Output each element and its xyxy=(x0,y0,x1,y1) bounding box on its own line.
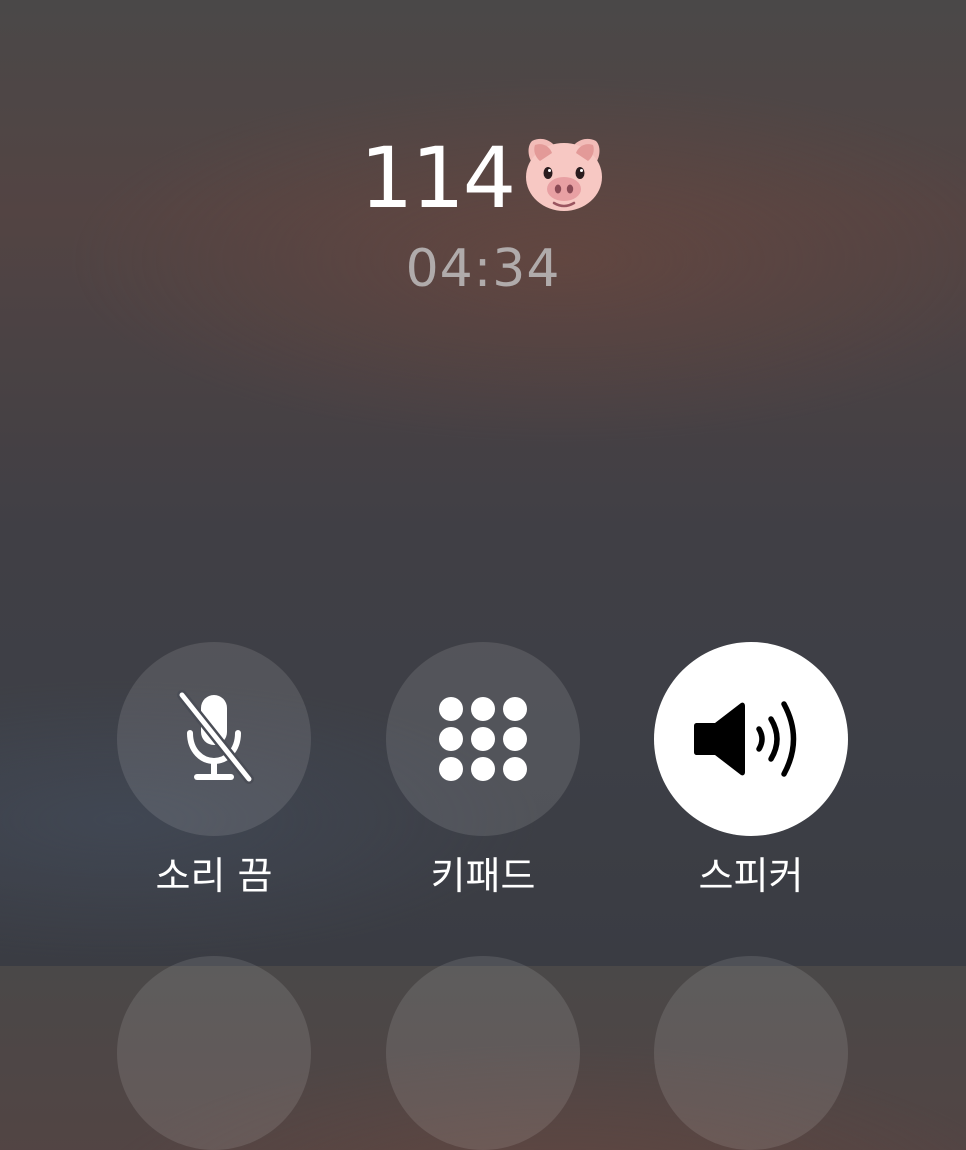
keypad-icon xyxy=(439,697,527,781)
control-button-partial[interactable] xyxy=(386,956,580,1150)
mute-button[interactable] xyxy=(117,642,311,836)
pig-face-icon xyxy=(522,133,606,234)
caller-number: 114 xyxy=(359,129,516,227)
caller-name: 114 xyxy=(0,128,966,234)
speaker-button[interactable] xyxy=(654,642,848,836)
keypad-label: 키패드 xyxy=(430,854,536,898)
mute-label: 소리 끔 xyxy=(155,854,273,898)
speaker-icon xyxy=(694,701,797,777)
control-button-partial[interactable] xyxy=(117,956,311,1150)
mic-muted-icon xyxy=(177,690,254,784)
control-button-partial[interactable] xyxy=(654,956,848,1150)
call-duration: 04:34 xyxy=(405,239,561,299)
keypad-button[interactable] xyxy=(386,642,580,836)
speaker-label: 스피커 xyxy=(698,854,804,898)
